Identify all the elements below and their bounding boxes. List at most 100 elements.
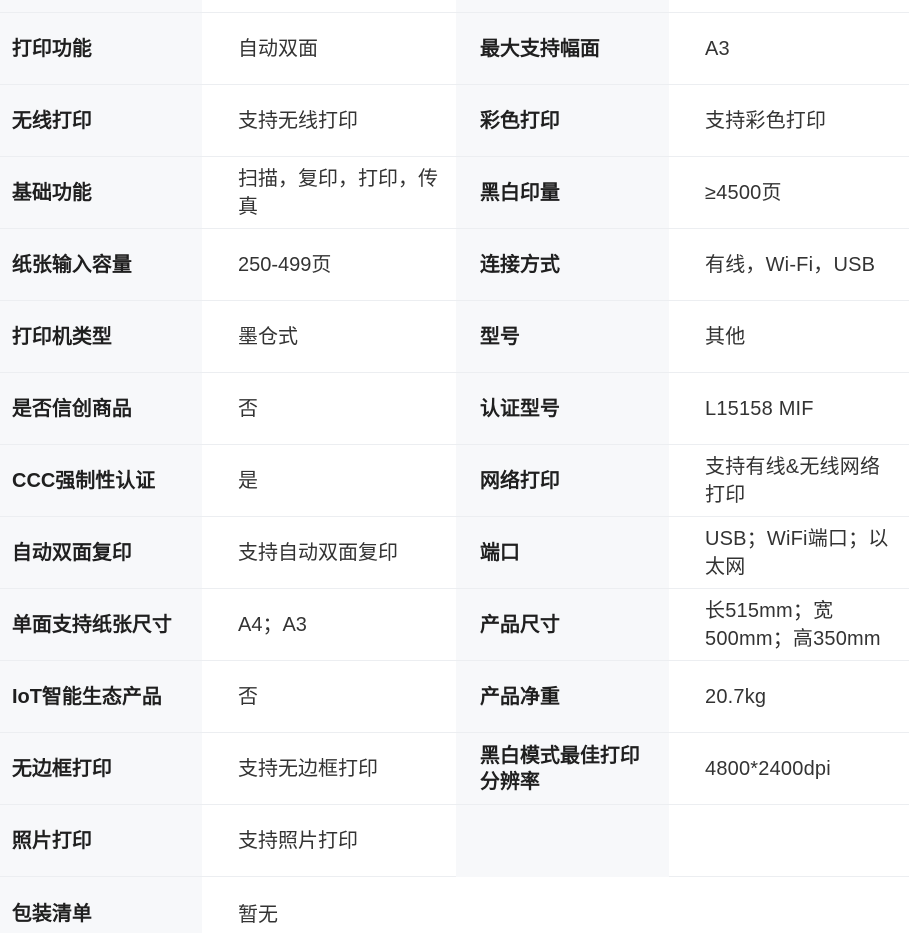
- spec-value: 支持有线&无线网络打印: [669, 445, 909, 517]
- spec-label-text: 型号: [480, 325, 520, 348]
- spec-label: 彩色打印: [456, 85, 669, 157]
- spec-label: 连接方式: [456, 229, 669, 301]
- spec-label: 基础功能: [0, 157, 202, 229]
- spec-value: USB；WiFi端口；以太网: [669, 517, 909, 589]
- spec-label-text: 产品净重: [480, 685, 560, 708]
- spec-value: 其他: [669, 301, 909, 373]
- spec-value: 自动双面: [202, 13, 456, 85]
- spec-value-text: 是: [238, 469, 258, 492]
- spec-label-text: 打印功能: [12, 37, 92, 60]
- spec-value: ≥4500页: [669, 157, 909, 229]
- spec-value: 4800*2400dpi: [669, 733, 909, 805]
- spec-table-top-edge: [669, 0, 909, 13]
- spec-value-text: 否: [238, 685, 258, 708]
- spec-label-text: 认证型号: [480, 397, 560, 420]
- spec-label-text: 连接方式: [480, 253, 560, 276]
- spec-empty-value: [669, 805, 909, 877]
- spec-label-text: 黑白模式最佳打印分辨率: [480, 744, 640, 793]
- spec-label-text: 自动双面复印: [12, 541, 132, 564]
- spec-value-text: 支持有线&无线网络打印: [705, 455, 881, 506]
- spec-value: 支持无线打印: [202, 85, 456, 157]
- spec-value-text: 暂无: [238, 904, 278, 926]
- spec-value: A4；A3: [202, 589, 456, 661]
- spec-value-text: ≥4500页: [705, 181, 782, 204]
- spec-label: IoT智能生态产品: [0, 661, 202, 733]
- spec-value: 支持无边框打印: [202, 733, 456, 805]
- spec-value-text: 其他: [705, 325, 746, 348]
- spec-label-text: IoT智能生态产品: [12, 685, 162, 708]
- spec-value-text: 250-499页: [238, 253, 332, 276]
- spec-value-text: 20.7kg: [705, 685, 767, 708]
- spec-value-text: 支持彩色打印: [705, 109, 827, 132]
- spec-label: 产品尺寸: [456, 589, 669, 661]
- spec-value: 暂无: [202, 877, 909, 933]
- spec-value-text: A4；A3: [238, 613, 307, 636]
- spec-label-text: 是否信创商品: [12, 397, 132, 420]
- spec-label: CCC强制性认证: [0, 445, 202, 517]
- spec-label: 端口: [456, 517, 669, 589]
- spec-value: 有线，Wi-Fi，USB: [669, 229, 909, 301]
- spec-label: 型号: [456, 301, 669, 373]
- spec-value: 墨仓式: [202, 301, 456, 373]
- spec-value-text: 墨仓式: [238, 325, 298, 348]
- spec-label: 认证型号: [456, 373, 669, 445]
- spec-value: 20.7kg: [669, 661, 909, 733]
- spec-label-text: 纸张输入容量: [12, 253, 132, 276]
- spec-label-text: CCC强制性认证: [12, 469, 156, 492]
- spec-label: 打印机类型: [0, 301, 202, 373]
- spec-label-text: 单面支持纸张尺寸: [12, 613, 172, 636]
- spec-value: 扫描，复印，打印，传真: [202, 157, 456, 229]
- spec-label: 是否信创商品: [0, 373, 202, 445]
- spec-empty-label: [456, 805, 669, 877]
- spec-value-text: 支持照片打印: [238, 829, 358, 852]
- spec-label-text: 包装清单: [12, 903, 92, 925]
- spec-value-text: 支持无线打印: [238, 109, 358, 132]
- spec-value: 长515mm；宽500mm；高350mm: [669, 589, 909, 661]
- spec-label: 产品净重: [456, 661, 669, 733]
- spec-label: 单面支持纸张尺寸: [0, 589, 202, 661]
- spec-value-text: 4800*2400dpi: [705, 757, 831, 780]
- spec-value: 250-499页: [202, 229, 456, 301]
- spec-label: 黑白印量: [456, 157, 669, 229]
- spec-value: 支持照片打印: [202, 805, 456, 877]
- spec-label-text: 产品尺寸: [480, 613, 560, 636]
- spec-value: 否: [202, 661, 456, 733]
- spec-label-text: 最大支持幅面: [480, 37, 600, 60]
- spec-value-text: L15158 MIF: [705, 397, 814, 420]
- spec-label-text: 无边框打印: [12, 757, 112, 780]
- spec-value-text: 支持自动双面复印: [238, 541, 398, 564]
- spec-label: 网络打印: [456, 445, 669, 517]
- spec-label-text: 彩色打印: [480, 109, 560, 132]
- spec-value-text: 扫描，复印，打印，传真: [238, 167, 438, 218]
- spec-table-top-edge: [456, 0, 669, 13]
- spec-label-text: 端口: [480, 541, 520, 564]
- spec-label-text: 照片打印: [12, 829, 92, 852]
- spec-label: 无线打印: [0, 85, 202, 157]
- spec-label: 自动双面复印: [0, 517, 202, 589]
- spec-label: 黑白模式最佳打印分辨率: [456, 733, 669, 805]
- spec-table-top-edge: [202, 0, 456, 13]
- spec-label: 打印功能: [0, 13, 202, 85]
- spec-value: L15158 MIF: [669, 373, 909, 445]
- spec-label: 最大支持幅面: [456, 13, 669, 85]
- spec-value: 支持自动双面复印: [202, 517, 456, 589]
- spec-label-text: 基础功能: [12, 181, 92, 204]
- spec-value: 是: [202, 445, 456, 517]
- spec-label-text: 无线打印: [12, 109, 92, 132]
- spec-value-text: 否: [238, 397, 258, 420]
- spec-value-text: USB；WiFi端口；以太网: [705, 527, 889, 578]
- spec-value: A3: [669, 13, 909, 85]
- spec-label: 无边框打印: [0, 733, 202, 805]
- spec-label: 照片打印: [0, 805, 202, 877]
- spec-label: 包装清单: [0, 877, 202, 933]
- spec-table: 打印功能 自动双面 最大支持幅面 A3 无线打印 支持无线打印 彩色打印 支持彩…: [0, 0, 909, 933]
- spec-label: 纸张输入容量: [0, 229, 202, 301]
- spec-table-top-edge: [0, 0, 202, 13]
- spec-value-text: 自动双面: [238, 37, 318, 60]
- spec-value-text: 有线，Wi-Fi，USB: [705, 253, 876, 276]
- spec-value-text: 长515mm；宽500mm；高350mm: [705, 599, 881, 650]
- spec-label-text: 黑白印量: [480, 181, 560, 204]
- spec-value: 否: [202, 373, 456, 445]
- spec-label-text: 网络打印: [480, 469, 560, 492]
- spec-value: 支持彩色打印: [669, 85, 909, 157]
